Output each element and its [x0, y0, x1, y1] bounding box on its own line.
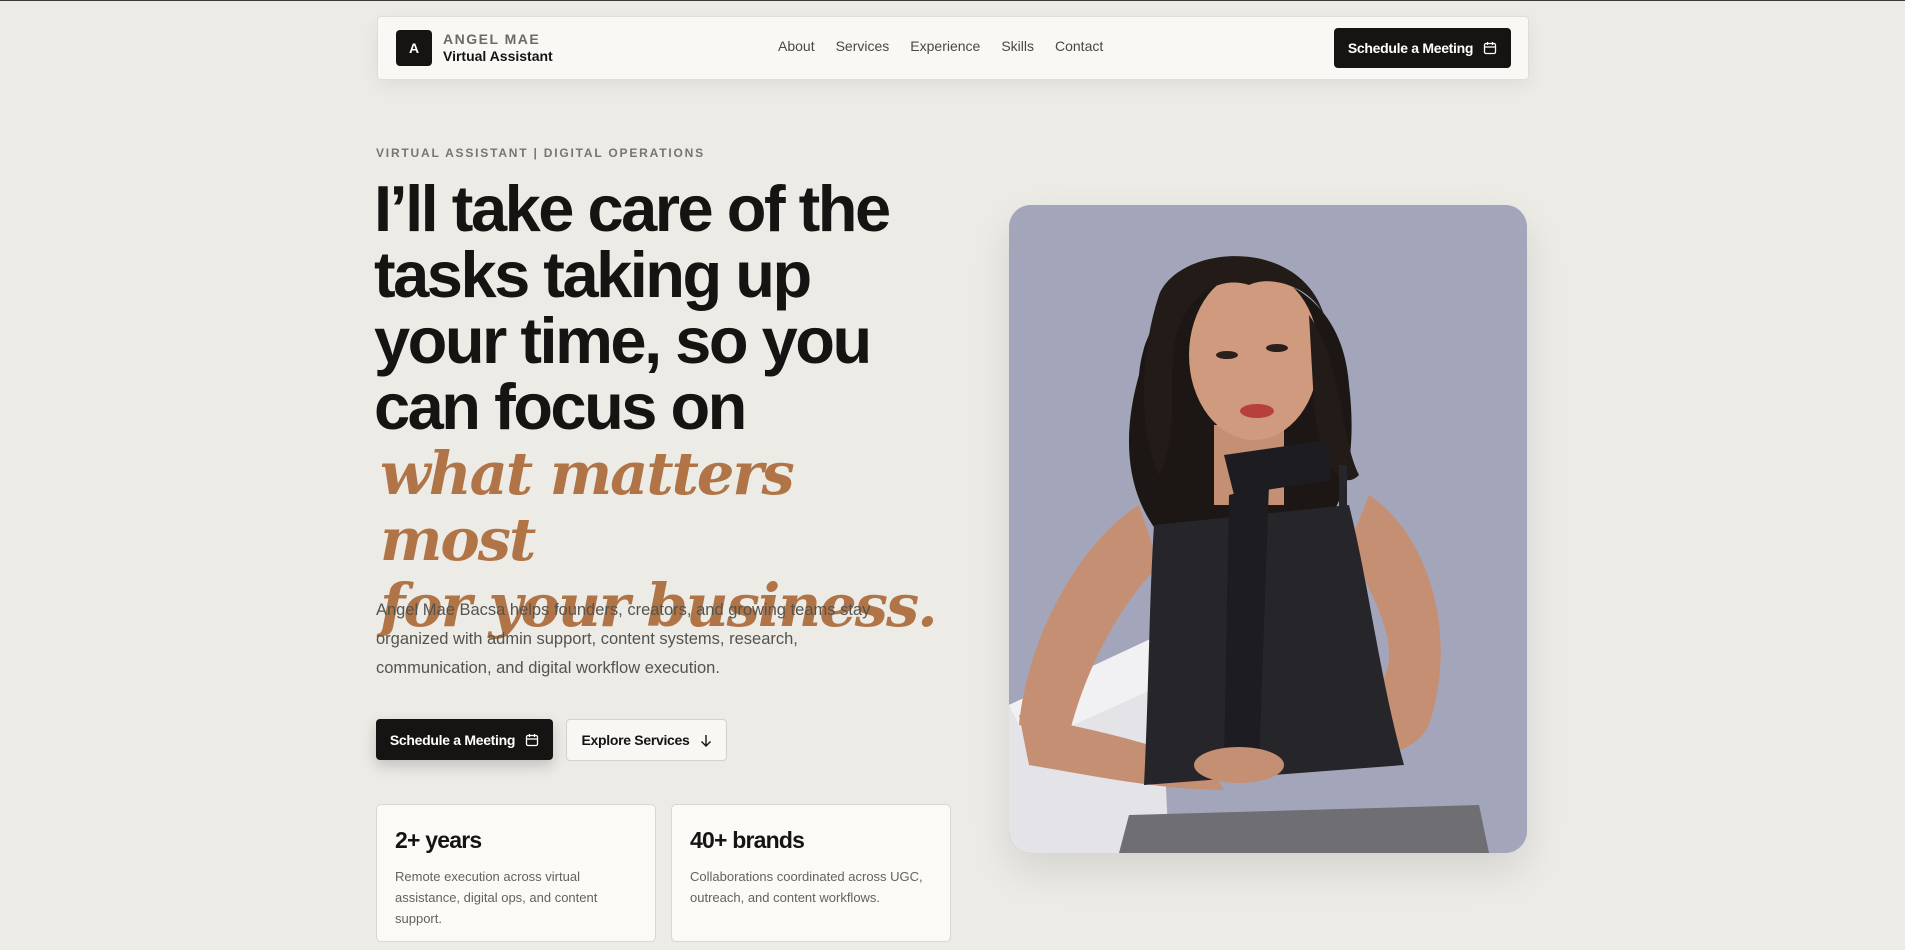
stat-description: Collaborations coordinated across UGC, o… [690, 869, 923, 905]
hero-headline: I’ll take care of the tasks taking up yo… [374, 176, 954, 440]
nav-link-skills[interactable]: Skills [1001, 38, 1034, 54]
headline-line: tasks taking up [374, 238, 812, 311]
arrow-down-icon [700, 734, 711, 747]
stat-card-experience: 2+ years Remote execution across virtual… [376, 804, 656, 942]
schedule-meeting-button[interactable]: Schedule a Meeting [376, 719, 553, 760]
secondary-cta-label: Explore Services [581, 732, 690, 748]
stat-value: 2+ years [395, 827, 482, 853]
portrait-photo [1009, 205, 1527, 853]
nav-link-contact[interactable]: Contact [1055, 38, 1103, 54]
nav-links: About Services Experience Skills Contact [778, 38, 1124, 54]
explore-services-button[interactable]: Explore Services [566, 719, 727, 761]
nav-link-about[interactable]: About [778, 38, 815, 54]
brand-role: Virtual Assistant [443, 48, 553, 64]
calendar-icon [525, 733, 539, 746]
nav-cta-label: Schedule a Meeting [1347, 40, 1474, 56]
top-navbar: A ANGEL MAE Virtual Assistant About Serv… [377, 16, 1529, 80]
hero-description: Angel Mae Bacsa helps founders, creators… [376, 601, 871, 677]
hero-eyebrow: VIRTUAL ASSISTANT | DIGITAL OPERATIONS [376, 146, 705, 160]
headline-line: I’ll take care of the [374, 172, 891, 245]
portrait-illustration [1009, 205, 1527, 853]
headline-line: your time, so you [374, 304, 872, 377]
accent-line: what matters most [380, 439, 795, 574]
nav-schedule-meeting-button[interactable]: Schedule a Meeting [1334, 28, 1511, 68]
brand-name: ANGEL MAE [443, 30, 541, 47]
calendar-icon [1483, 42, 1497, 55]
primary-cta-label: Schedule a Meeting [389, 731, 516, 748]
headline-line: can focus on [374, 370, 747, 443]
nav-link-experience[interactable]: Experience [910, 38, 980, 54]
brand-mark: A [396, 30, 432, 66]
nav-link-services[interactable]: Services [836, 38, 890, 54]
stat-card-brands: 40+ brands Collaborations coordinated ac… [671, 804, 951, 942]
stat-value: 40+ brands [690, 827, 805, 853]
brand-logo[interactable]: A ANGEL MAE Virtual Assistant [396, 30, 553, 66]
stat-description: Remote execution across virtual assistan… [395, 869, 598, 926]
brand-text: ANGEL MAE Virtual Assistant [443, 31, 553, 66]
